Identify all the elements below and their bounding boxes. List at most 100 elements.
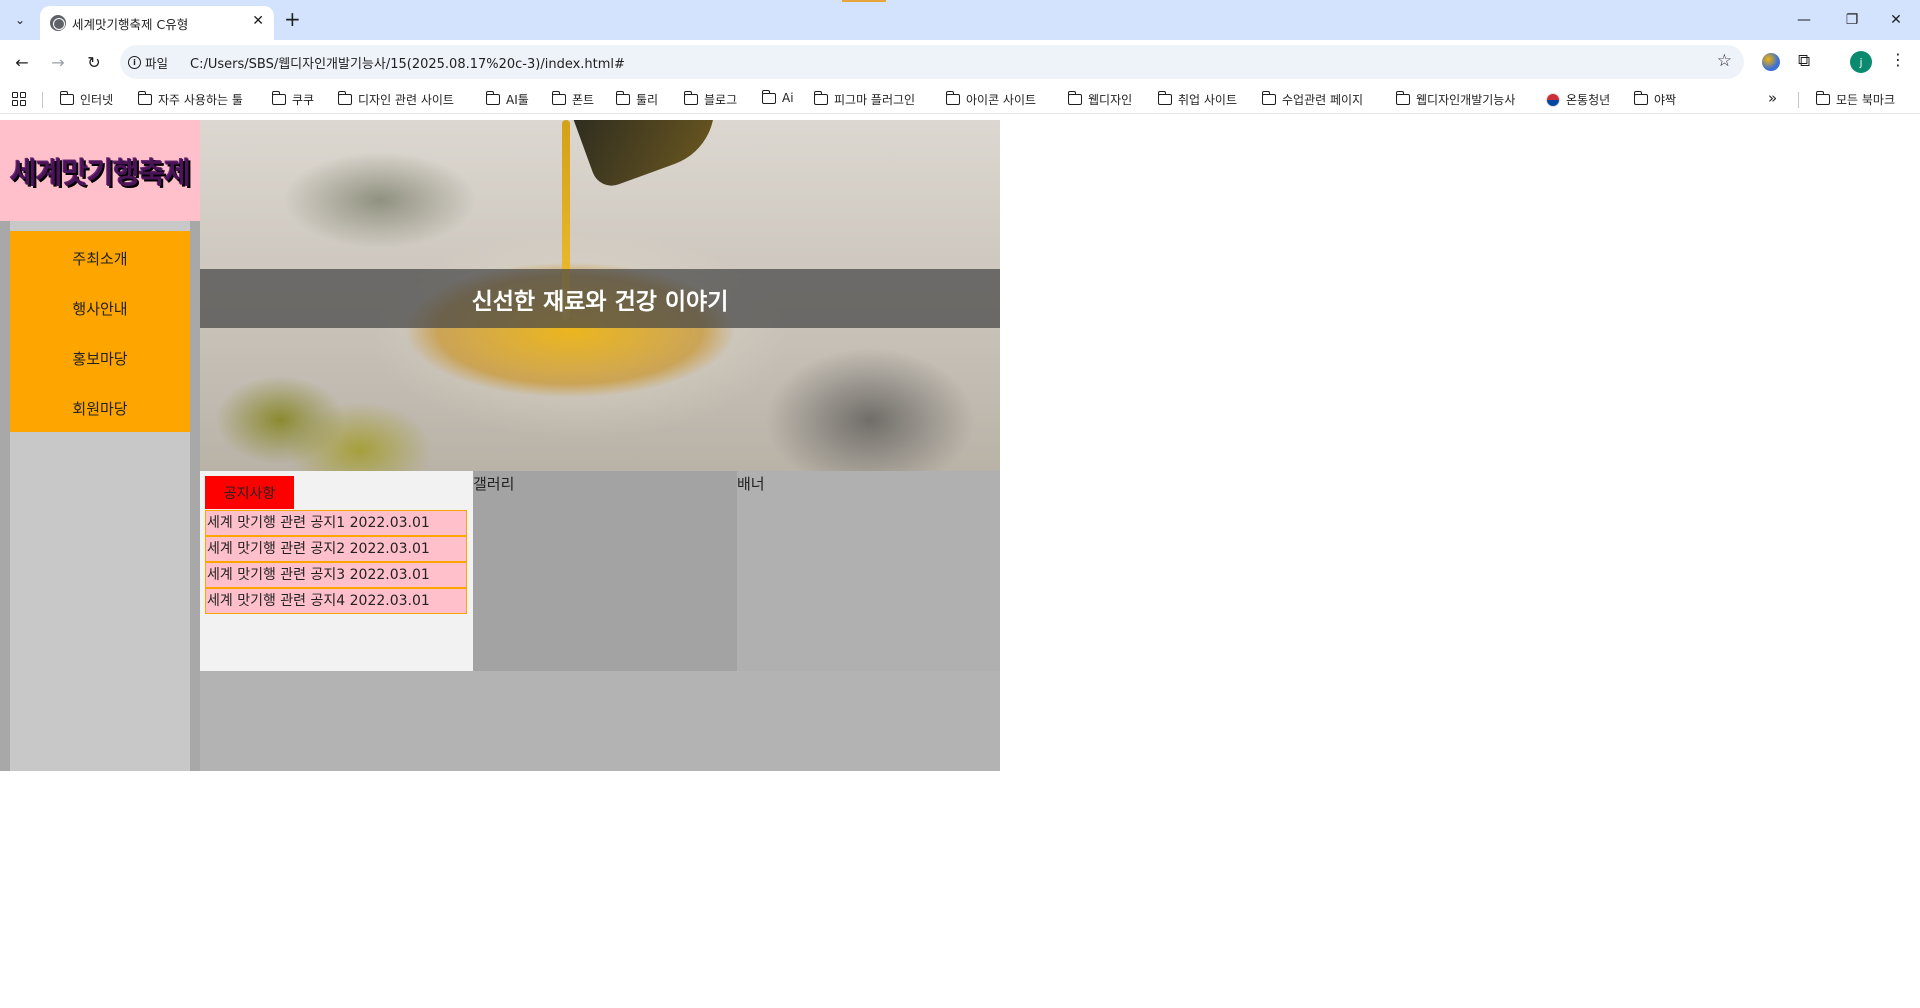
bookmark-label: 자주 사용하는 툴 xyxy=(158,93,243,107)
bookmark-label: Ai xyxy=(782,91,794,105)
bookmark-item[interactable]: 피그마 플러그인 xyxy=(813,91,915,108)
notice-tab[interactable]: 공지사항 xyxy=(205,476,294,509)
hero-slide: 신선한 재료와 건강 이야기 xyxy=(200,120,1000,471)
info-icon: i xyxy=(128,55,141,69)
bookmark-label: 블로그 xyxy=(704,93,738,107)
globe-icon xyxy=(50,15,66,31)
bookmark-item[interactable]: 폰트 xyxy=(551,91,595,108)
flag-icon xyxy=(1546,92,1560,107)
site-logo[interactable]: 세계맛기행축제 xyxy=(0,120,200,221)
notice-item[interactable]: 세계 맛기행 관련 공지3 2022.03.01 xyxy=(205,562,467,588)
notice-item[interactable]: 세계 맛기행 관련 공지4 2022.03.01 xyxy=(205,588,467,614)
banner-section: 배너 xyxy=(737,471,1000,671)
banner-title: 배너 xyxy=(737,475,765,493)
bookmark-item[interactable]: 쿠쿠 xyxy=(271,91,315,108)
bookmark-item[interactable]: 툴리 xyxy=(615,91,659,108)
bookmark-item[interactable]: 아이콘 사이트 xyxy=(945,91,1037,108)
nav-item-event[interactable]: 행사안내 xyxy=(10,298,190,319)
notice-list: 세계 맛기행 관련 공지1 2022.03.01 세계 맛기행 관련 공지2 2… xyxy=(205,510,467,614)
folder-icon xyxy=(271,91,286,105)
bookmark-item[interactable]: 블로그 xyxy=(683,91,738,108)
bookmark-label: 폰트 xyxy=(572,93,595,107)
hero-caption: 신선한 재료와 건강 이야기 xyxy=(471,289,729,315)
folder-icon xyxy=(615,91,630,105)
bookmark-label: 취업 사이트 xyxy=(1178,93,1238,107)
bookmark-item[interactable]: 웹디자인개발기능사 xyxy=(1395,91,1516,108)
folder-icon xyxy=(1815,91,1830,105)
folder-icon xyxy=(945,91,960,105)
notice-item[interactable]: 세계 맛기행 관련 공지2 2022.03.01 xyxy=(205,536,467,562)
main-nav: 주최소개 행사안내 홍보마당 회원마당 xyxy=(10,231,190,432)
restore-button[interactable]: ❐ xyxy=(1832,6,1872,34)
sidebar: 세계맛기행축제 주최소개 행사안내 홍보마당 회원마당 xyxy=(0,120,200,771)
bookmark-item[interactable]: 디자인 관련 사이트 xyxy=(337,91,454,108)
bookmark-item[interactable]: 인터넷 xyxy=(59,91,114,108)
address-bar[interactable]: i 파일 C:/Users/SBS/웹디자인개발기능사/15(2025.08.1… xyxy=(120,45,1744,79)
bookmark-label: 야짝 xyxy=(1654,93,1677,107)
profile-avatar[interactable]: j xyxy=(1850,51,1872,73)
notice-section: 공지사항 세계 맛기행 관련 공지1 2022.03.01 세계 맛기행 관련 … xyxy=(200,471,473,671)
puzzle-icon[interactable]: ⧉ xyxy=(1798,51,1810,71)
reload-button[interactable]: ↻ xyxy=(82,50,106,74)
bookmark-label: 온통청년 xyxy=(1566,93,1611,107)
forward-button[interactable]: → xyxy=(46,50,70,74)
close-window-button[interactable]: ✕ xyxy=(1876,6,1916,34)
all-bookmarks-folder[interactable]: 모든 북마크 xyxy=(1815,91,1896,108)
folder-icon xyxy=(1261,91,1276,105)
nav-item-promo[interactable]: 홍보마당 xyxy=(10,348,190,369)
bookmarks-separator xyxy=(1798,92,1799,108)
folder-icon xyxy=(1633,91,1648,105)
bookmark-item[interactable]: AI툴 xyxy=(485,91,529,108)
folder-icon xyxy=(485,91,500,105)
site-info-chip[interactable]: i 파일 xyxy=(128,52,168,72)
bookmark-label: 인터넷 xyxy=(80,93,114,107)
folder-icon xyxy=(137,91,152,105)
folder-icon xyxy=(1395,91,1410,105)
active-tab[interactable]: 세계맛기행축제 C유형 ✕ xyxy=(40,6,274,40)
extension-icon[interactable] xyxy=(1762,53,1780,71)
folder-icon xyxy=(1067,91,1082,105)
folder-icon xyxy=(761,89,776,104)
bookmarks-separator xyxy=(42,92,43,108)
url-text[interactable]: C:/Users/SBS/웹디자인개발기능사/15(2025.08.17%20c… xyxy=(190,53,625,72)
site-info-label: 파일 xyxy=(145,55,169,71)
bookmark-label: 웹디자인 xyxy=(1088,93,1133,107)
folder-icon xyxy=(813,91,828,105)
bookmarks-overflow-button[interactable]: » xyxy=(1768,89,1777,107)
bookmark-label: AI툴 xyxy=(506,93,529,107)
tab-search-button[interactable]: ⌄ xyxy=(6,7,34,33)
bookmark-item[interactable]: 야짝 xyxy=(1633,91,1677,108)
more-menu-icon[interactable]: ⋮ xyxy=(1890,50,1906,69)
folder-icon xyxy=(59,91,74,105)
tab-indicator xyxy=(842,0,886,2)
bookmark-item[interactable]: Ai xyxy=(761,89,794,105)
bookmark-item[interactable]: 취업 사이트 xyxy=(1157,91,1238,108)
bookmark-label: 툴리 xyxy=(636,93,659,107)
bookmark-star-icon[interactable]: ☆ xyxy=(1717,51,1732,71)
folder-icon xyxy=(1157,91,1172,105)
new-tab-button[interactable]: + xyxy=(284,7,301,31)
tab-strip: ⌄ 세계맛기행축제 C유형 ✕ + — ❐ ✕ xyxy=(0,0,1920,40)
all-bookmarks-label: 모든 북마크 xyxy=(1836,93,1896,107)
bookmark-label: 아이콘 사이트 xyxy=(966,93,1037,107)
close-tab-button[interactable]: ✕ xyxy=(252,13,264,29)
bookmark-item[interactable]: 온통청년 xyxy=(1546,91,1610,108)
minimize-button[interactable]: — xyxy=(1784,6,1824,34)
gallery-title: 갤러리 xyxy=(473,475,515,493)
bookmark-label: 웹디자인개발기능사 xyxy=(1416,93,1516,107)
bookmark-item[interactable]: 자주 사용하는 툴 xyxy=(137,91,243,108)
hero-image-bottle xyxy=(568,120,732,192)
apps-grid-icon[interactable] xyxy=(12,92,26,106)
bookmark-item[interactable]: 웹디자인 xyxy=(1067,91,1133,108)
bookmarks-bar: 인터넷 자주 사용하는 툴 쿠쿠 디자인 관련 사이트 AI툴 폰트 툴리 블로그 Ai 피그마 … xyxy=(0,84,1920,114)
bookmark-label: 쿠쿠 xyxy=(292,93,315,107)
back-button[interactable]: ← xyxy=(10,50,34,74)
folder-icon xyxy=(683,91,698,105)
bookmark-label: 디자인 관련 사이트 xyxy=(358,93,454,107)
notice-item[interactable]: 세계 맛기행 관련 공지1 2022.03.01 xyxy=(205,510,467,536)
nav-item-host[interactable]: 주최소개 xyxy=(10,248,190,269)
nav-item-member[interactable]: 회원마당 xyxy=(10,398,190,419)
bookmark-item[interactable]: 수업관련 페이지 xyxy=(1261,91,1364,108)
bookmark-label: 수업관련 페이지 xyxy=(1282,93,1364,107)
folder-icon xyxy=(337,91,352,105)
